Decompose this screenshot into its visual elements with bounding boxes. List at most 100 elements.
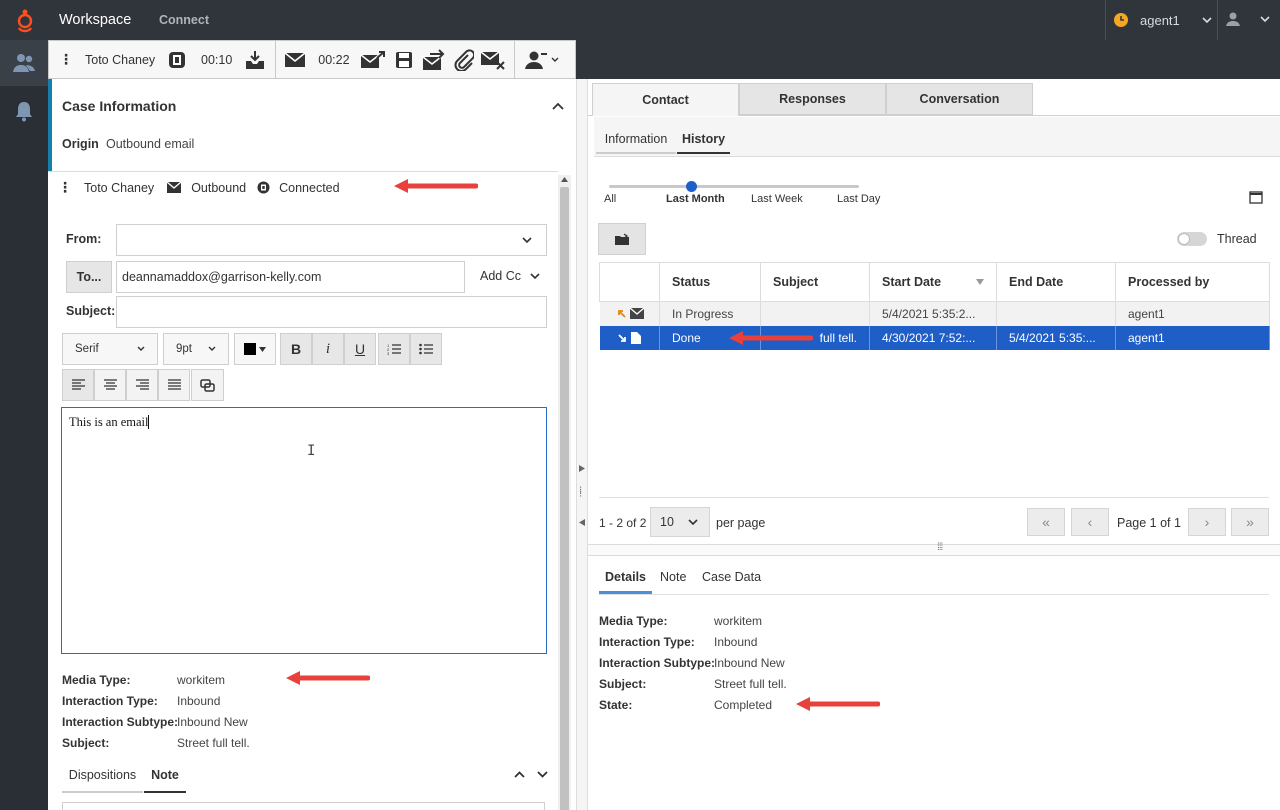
workitem-icon <box>169 51 185 68</box>
tab-contact[interactable]: Contact <box>592 83 739 116</box>
interaction-type-value: Inbound <box>177 694 221 708</box>
column-header-type[interactable] <box>599 262 660 302</box>
timeline-slider-track[interactable] <box>609 185 859 188</box>
bold-button[interactable]: B <box>280 333 312 365</box>
chevron-right-icon: › <box>1204 514 1210 530</box>
chevron-down-icon <box>137 346 145 351</box>
open-folder-button[interactable] <box>598 223 646 255</box>
timeline-last-day[interactable]: Last Day <box>837 193 880 205</box>
maximize-icon[interactable] <box>1249 191 1263 204</box>
annotation-arrow <box>286 671 370 685</box>
rail-contacts[interactable] <box>0 40 48 86</box>
column-header-end-date[interactable]: End Date <box>996 262 1116 302</box>
party-action-menu[interactable] <box>515 41 559 79</box>
scrollbar-thumb[interactable] <box>560 187 569 810</box>
tab-details[interactable]: Details <box>599 570 652 594</box>
tab-conversation[interactable]: Conversation <box>886 83 1033 115</box>
workitem-timer: 00:10 <box>201 52 233 67</box>
align-left-button[interactable] <box>62 369 94 401</box>
kebab-menu-icon[interactable]: ⋮ <box>59 51 73 68</box>
font-size-select[interactable]: 9pt <box>163 333 229 365</box>
drag-handle-icon[interactable]: ⁞⁞⁞ <box>937 542 943 553</box>
subject-input[interactable] <box>116 296 547 328</box>
cell-subject <box>760 301 870 326</box>
scroll-up-icon[interactable] <box>561 177 568 182</box>
tab-detail-note[interactable]: Note <box>660 570 686 584</box>
table-row-selected[interactable]: Done full tell. 4/30/2021 7:52:... 5/4/2… <box>599 325 1270 350</box>
chevron-up-icon[interactable] <box>552 102 564 110</box>
insert-link-button[interactable] <box>191 369 224 401</box>
done-inbox-icon[interactable] <box>244 49 266 71</box>
underline-button[interactable]: U <box>344 333 376 365</box>
user-menu[interactable] <box>1225 11 1270 27</box>
per-page-label: per page <box>716 516 766 530</box>
numbered-list-button[interactable]: 123 <box>378 333 410 365</box>
kebab-menu-icon[interactable]: ⋮ <box>58 179 72 196</box>
subtab-history[interactable]: History <box>677 132 730 154</box>
align-center-button[interactable] <box>94 369 126 401</box>
cell-end-date: 5/4/2021 5:35:... <box>996 325 1116 350</box>
interaction-subtype-value: Inbound New <box>177 715 248 729</box>
case-information-panel: Case Information Origin Outbound email <box>48 79 564 171</box>
per-page-select[interactable]: 10 <box>650 507 710 537</box>
italic-button[interactable]: i <box>312 333 344 365</box>
prev-page-button[interactable]: ‹ <box>1071 508 1109 536</box>
column-header-status[interactable]: Status <box>659 262 761 302</box>
text-caret <box>148 415 149 429</box>
text-color-button[interactable] <box>234 333 276 365</box>
tab-note[interactable]: Note <box>144 768 186 793</box>
timeline-slider-handle[interactable] <box>686 181 697 192</box>
transfer-email-icon[interactable] <box>422 48 446 71</box>
first-page-button[interactable]: « <box>1027 508 1065 536</box>
contacts-icon <box>13 54 35 72</box>
panel-divider[interactable]: ⁝ ⁝ <box>576 79 588 810</box>
column-header-subject[interactable]: Subject <box>760 262 870 302</box>
expand-left-icon[interactable] <box>579 519 585 526</box>
agent-status-menu[interactable]: agent1 <box>1113 12 1212 28</box>
detail-subject-label: Subject: <box>599 677 647 691</box>
align-right-button[interactable] <box>126 369 158 401</box>
thread-toggle[interactable]: Thread <box>1177 232 1257 246</box>
horizontal-splitter[interactable]: ⁞⁞⁞ <box>588 542 1280 556</box>
next-page-button[interactable]: › <box>1188 508 1226 536</box>
cell-start-date: 4/30/2021 7:52:... <box>869 325 997 350</box>
timeline-last-week[interactable]: Last Week <box>751 193 803 205</box>
send-email-icon[interactable] <box>360 50 386 70</box>
email-body-editor[interactable]: This is an email I <box>61 407 547 654</box>
expand-right-icon[interactable] <box>579 465 585 472</box>
to-button[interactable]: To... <box>66 261 112 293</box>
table-row[interactable]: In Progress 5/4/2021 5:35:2... agent1 <box>599 301 1270 326</box>
chevron-up-icon[interactable] <box>514 771 525 778</box>
align-justify-button[interactable] <box>158 369 190 401</box>
tab-responses[interactable]: Responses <box>739 83 886 115</box>
tab-case-data[interactable]: Case Data <box>702 570 761 584</box>
toggle-switch[interactable] <box>1177 232 1207 246</box>
double-chevron-left-icon: « <box>1042 514 1050 530</box>
connect-tab[interactable]: Connect <box>159 13 209 27</box>
column-header-processed-by[interactable]: Processed by <box>1115 262 1270 302</box>
right-panel: Contact Responses Conversation Informati… <box>588 79 1280 810</box>
chevron-down-icon[interactable] <box>537 771 548 778</box>
column-header-start-date[interactable]: Start Date <box>869 262 997 302</box>
font-family-select[interactable]: Serif <box>62 333 158 365</box>
left-rail <box>0 40 48 810</box>
bullet-list-button[interactable] <box>410 333 442 365</box>
note-input[interactable] <box>62 802 545 810</box>
tab-dispositions[interactable]: Dispositions <box>62 768 143 793</box>
from-select[interactable] <box>116 224 547 256</box>
add-cc-button[interactable]: Add Cc <box>480 269 540 283</box>
attachment-icon[interactable] <box>454 48 474 71</box>
user-action-icon <box>524 51 547 69</box>
last-page-button[interactable]: » <box>1231 508 1269 536</box>
timeline-all[interactable]: All <box>604 193 616 205</box>
email-timer: 00:22 <box>318 52 350 67</box>
delete-email-icon[interactable] <box>480 49 506 71</box>
to-field[interactable]: deannamaddox@garrison-kelly.com <box>116 261 465 293</box>
save-icon[interactable] <box>394 50 414 70</box>
subtab-information[interactable]: Information <box>596 132 676 154</box>
drag-handle-icon[interactable]: ⁝ ⁝ <box>579 486 582 500</box>
notifications-bell-icon[interactable] <box>14 100 34 122</box>
cell-end-date <box>996 301 1116 326</box>
timeline-last-month[interactable]: Last Month <box>666 193 725 205</box>
left-scrollbar[interactable] <box>558 175 571 810</box>
